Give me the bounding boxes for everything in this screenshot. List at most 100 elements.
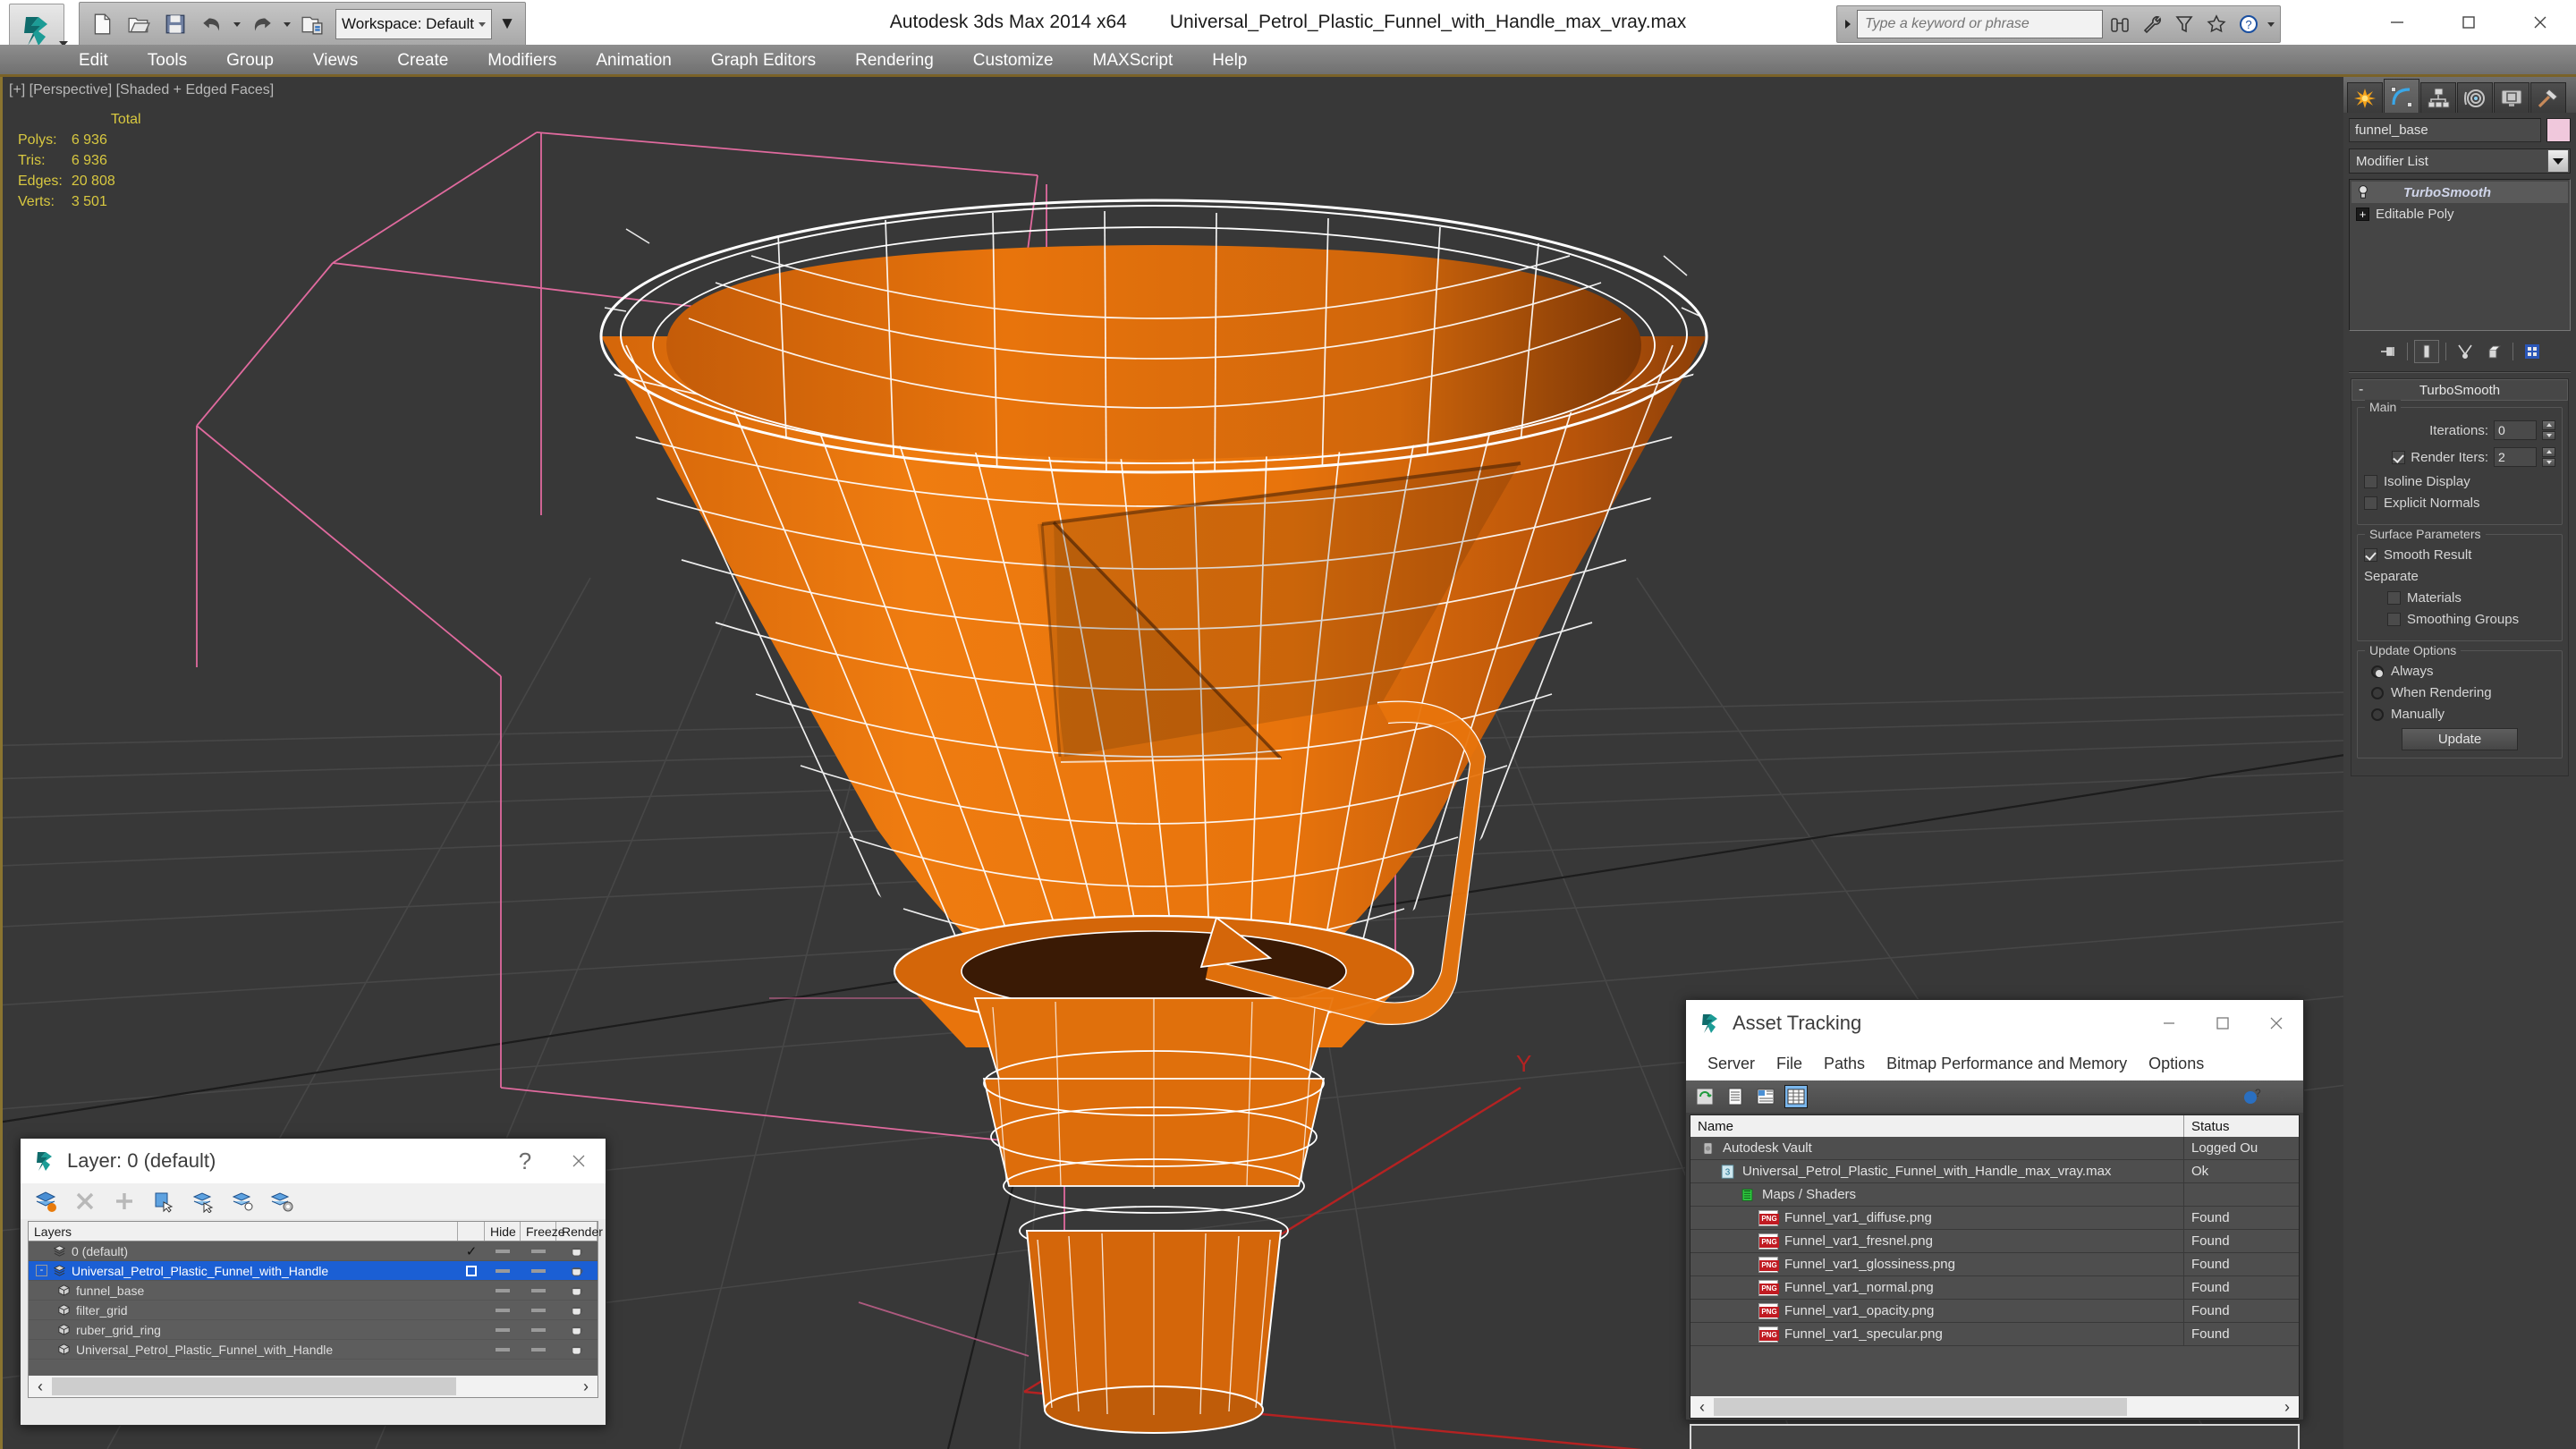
highlight-selected-objects-layer-icon[interactable] (230, 1189, 255, 1214)
layer-render-cell[interactable] (556, 1244, 597, 1258)
scroll-thumb[interactable] (52, 1377, 456, 1395)
checkbox-explicit-normals[interactable]: Explicit Normals (2364, 496, 2555, 511)
column-header-status[interactable]: Status (2184, 1115, 2299, 1137)
layer-row[interactable]: 0 (default) ✓ (29, 1241, 597, 1261)
rollout-collapse-icon[interactable]: - (2359, 382, 2363, 398)
scroll-thumb[interactable] (1714, 1398, 2128, 1416)
renderable-teapot-icon[interactable] (570, 1244, 585, 1258)
layer-column-header[interactable] (458, 1222, 485, 1241)
asset-name-cell[interactable]: Maps / Shaders (1690, 1183, 2184, 1206)
hide-toggle-icon[interactable] (496, 1308, 510, 1312)
layer-hide-cell[interactable] (485, 1327, 521, 1332)
radio-indicator[interactable] (2371, 665, 2384, 678)
spinner-arrows[interactable] (2542, 420, 2555, 440)
asset-menu-file[interactable]: File (1766, 1055, 1813, 1073)
asset-name-cell[interactable]: Funnel_var1_specular.png (1690, 1323, 2184, 1345)
radio-manually[interactable]: Manually (2364, 707, 2555, 722)
asset-name-cell[interactable]: Autodesk Vault (1690, 1137, 2184, 1159)
redo-icon[interactable] (245, 7, 279, 41)
motion-tab[interactable] (2457, 82, 2493, 113)
asset-name-cell[interactable]: Funnel_var1_normal.png (1690, 1276, 2184, 1299)
layer-row[interactable]: funnel_base (29, 1281, 597, 1301)
refresh-icon[interactable] (1693, 1085, 1716, 1108)
asset-menu-options[interactable]: Options (2138, 1055, 2215, 1073)
asset-row[interactable]: Funnel_var1_opacity.png Found (1690, 1300, 2299, 1323)
layer-active-cell[interactable]: ✓ (458, 1243, 485, 1259)
freeze-toggle-icon[interactable] (531, 1288, 546, 1292)
pin-stack-icon[interactable] (2376, 340, 2401, 363)
layer-row[interactable]: Universal_Petrol_Plastic_Funnel_with_Han… (29, 1340, 597, 1360)
quick-access-more-icon[interactable]: ▼ (495, 7, 520, 41)
grid-view-icon[interactable] (1784, 1085, 1808, 1108)
expand-icon[interactable]: + (2356, 207, 2369, 221)
close-icon[interactable] (2250, 1000, 2303, 1046)
minimize-icon[interactable] (2142, 1000, 2196, 1046)
checkbox-indicator[interactable] (2387, 591, 2401, 605)
layer-name-cell[interactable]: 0 (default) (29, 1244, 458, 1258)
search-expand-icon[interactable] (1841, 8, 1855, 40)
layer-name-cell[interactable]: funnel_base (29, 1284, 458, 1298)
menu-item-edit[interactable]: Edit (59, 45, 128, 77)
menu-item-create[interactable]: Create (377, 45, 468, 77)
column-header-name[interactable]: Name (1690, 1115, 2184, 1137)
checkbox-isoline-display[interactable]: Isoline Display (2364, 474, 2555, 489)
active-layer-box-icon[interactable] (466, 1265, 477, 1276)
hide-toggle-icon[interactable] (496, 1249, 510, 1253)
asset-name-cell[interactable]: Funnel_var1_diffuse.png (1690, 1207, 2184, 1229)
render-iters-checkbox[interactable] (2392, 450, 2406, 464)
layer-list[interactable]: Layers Hide Freeze Render 0 (default) ✓ - Univ… (28, 1221, 603, 1398)
help-add-icon[interactable]: ? (2241, 1085, 2264, 1108)
viewport-label[interactable]: [+] [Perspective] [Shaded + Edged Faces] (9, 82, 274, 98)
checkbox-indicator[interactable] (2387, 613, 2401, 626)
menu-item-maxscript[interactable]: MAXScript (1073, 45, 1193, 77)
close-icon[interactable] (552, 1138, 606, 1184)
menu-item-graph-editors[interactable]: Graph Editors (691, 45, 835, 77)
update-button[interactable]: Update (2402, 728, 2518, 750)
layer-hide-cell[interactable] (485, 1347, 521, 1352)
remove-modifier-icon[interactable] (2481, 340, 2506, 363)
layer-active-cell[interactable] (458, 1265, 485, 1276)
layer-column-header[interactable]: Layers (29, 1222, 458, 1241)
asset-row[interactable]: Funnel_var1_diffuse.png Found (1690, 1207, 2299, 1230)
display-tab[interactable] (2494, 82, 2529, 113)
redo-dropdown-icon[interactable] (282, 7, 292, 41)
stack-item-editable-poly[interactable]: + Editable Poly (2351, 203, 2568, 225)
layer-name-cell[interactable]: - Universal_Petrol_Plastic_Funnel_with_Ha… (29, 1264, 458, 1278)
asset-name-cell[interactable]: Funnel_var1_glossiness.png (1690, 1253, 2184, 1275)
checkbox-indicator[interactable] (2364, 548, 2377, 562)
modifier-stack[interactable]: TurboSmooth + Editable Poly (2349, 179, 2571, 331)
hierarchy-tab[interactable] (2420, 82, 2456, 113)
modifier-enable-toggle-icon[interactable] (2356, 184, 2370, 200)
close-icon[interactable] (2504, 0, 2576, 45)
object-color-swatch[interactable] (2546, 118, 2571, 142)
chevron-down-icon[interactable] (2547, 149, 2569, 173)
layer-freeze-cell[interactable] (521, 1249, 556, 1253)
menu-item-group[interactable]: Group (207, 45, 293, 77)
help-dropdown-icon[interactable] (2266, 7, 2276, 41)
menu-item-modifiers[interactable]: Modifiers (468, 45, 576, 77)
hide-toggle-icon[interactable] (496, 1288, 510, 1292)
new-file-icon[interactable] (85, 7, 119, 41)
iterations-input[interactable]: 0 (2494, 420, 2537, 440)
detail-view-icon[interactable] (1754, 1085, 1777, 1108)
freeze-toggle-icon[interactable] (531, 1347, 546, 1352)
layer-dialog[interactable]: Layer: 0 (default) ? Layers Hide Freeze … (20, 1138, 606, 1426)
layer-row[interactable]: filter_grid (29, 1301, 597, 1320)
object-name-field[interactable]: funnel_base (2349, 118, 2541, 142)
freeze-toggle-icon[interactable] (531, 1327, 546, 1332)
select-highlighted-layers-icon[interactable] (191, 1189, 216, 1214)
spinner-arrows[interactable] (2542, 447, 2555, 467)
layer-freeze-cell[interactable] (521, 1288, 556, 1292)
asset-menu-server[interactable]: Server (1697, 1055, 1766, 1073)
create-new-layer-icon[interactable] (33, 1189, 58, 1214)
layer-hide-cell[interactable] (485, 1288, 521, 1292)
save-file-icon[interactable] (158, 7, 192, 41)
delete-layer-icon[interactable] (72, 1189, 97, 1214)
utilities-tab[interactable] (2530, 82, 2566, 113)
star-icon[interactable] (2201, 8, 2232, 40)
asset-row[interactable]: Maps / Shaders (1690, 1183, 2299, 1207)
asset-row[interactable]: Funnel_var1_fresnel.png Found (1690, 1230, 2299, 1253)
create-tab[interactable] (2347, 82, 2383, 113)
layer-name-cell[interactable]: filter_grid (29, 1303, 458, 1318)
hide-toggle-icon[interactable] (496, 1268, 510, 1273)
